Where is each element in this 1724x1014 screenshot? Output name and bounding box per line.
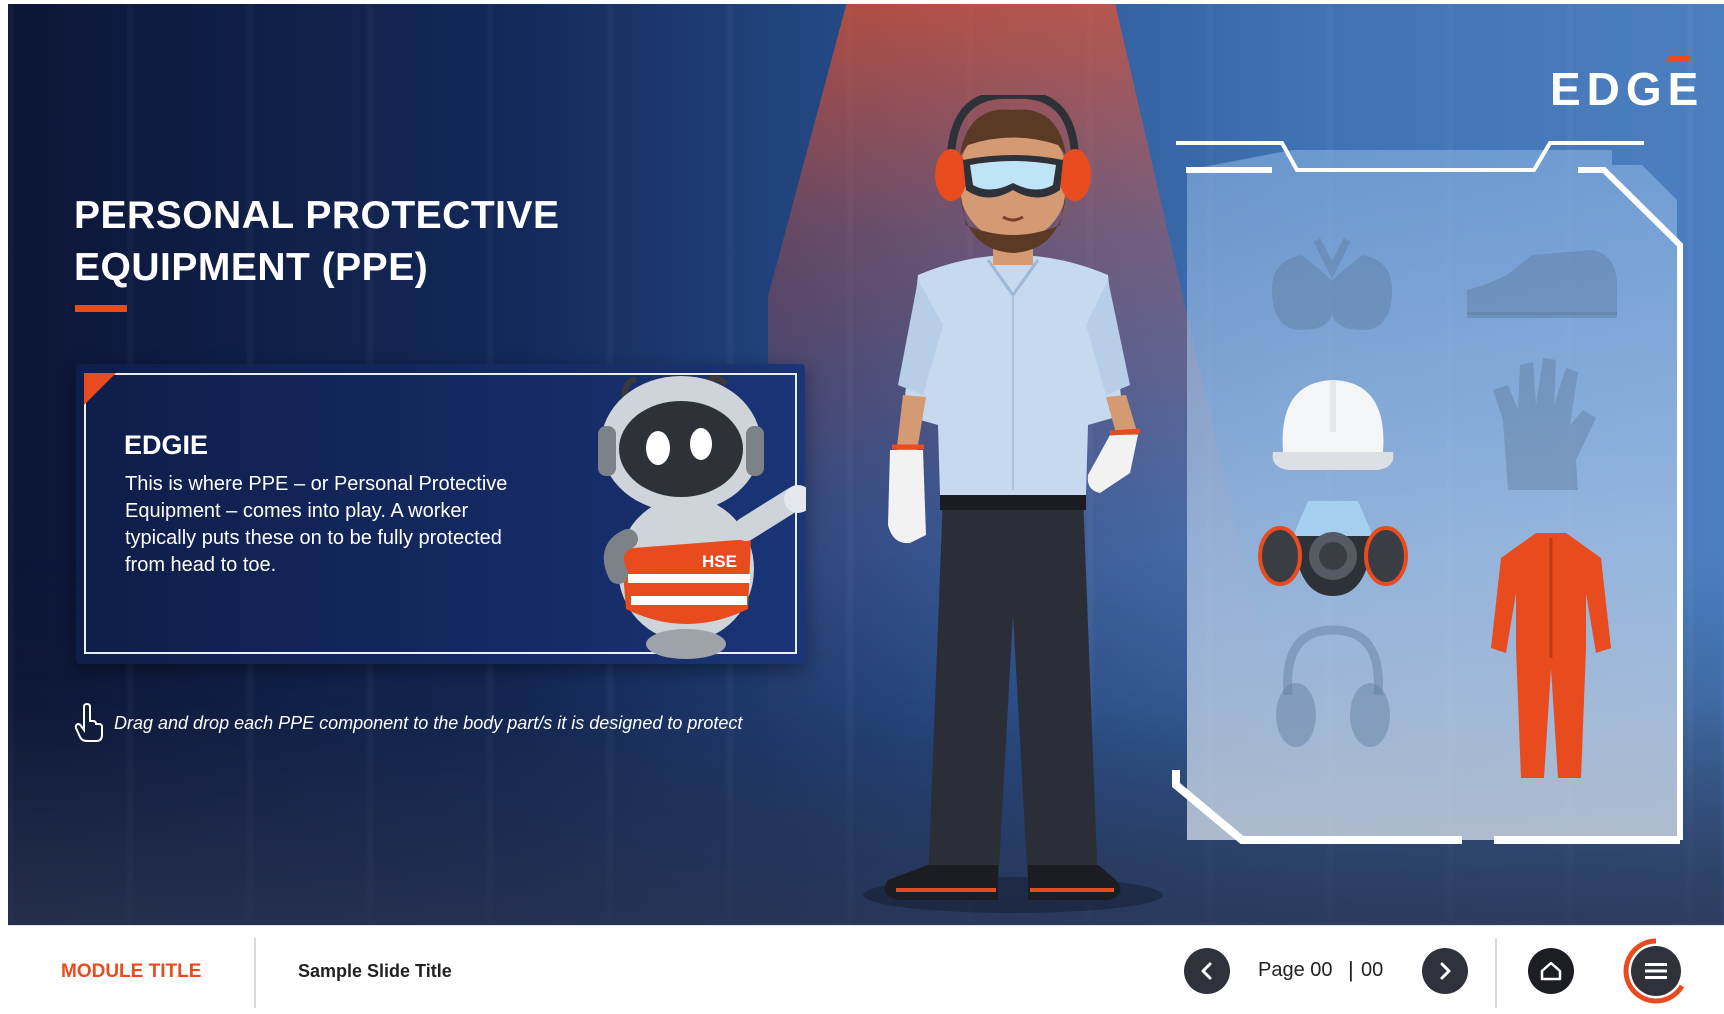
home-button[interactable] xyxy=(1528,948,1574,994)
logo-accent xyxy=(1666,55,1692,61)
drag-drop-instruction: Drag and drop each PPE component to the … xyxy=(74,703,742,743)
edgie-body-text: This is where PPE – or Personal Protecti… xyxy=(125,473,508,576)
ear-muffs-item[interactable] xyxy=(1268,625,1398,755)
footer-divider xyxy=(254,938,256,1008)
instruction-text: Drag and drop each PPE component to the … xyxy=(114,712,743,733)
page-title-line-1: PERSONAL PROTECTIVE xyxy=(74,194,560,237)
safety-goggles-item[interactable] xyxy=(1262,230,1402,350)
vest-label: HSE xyxy=(702,552,737,571)
page-separator: | xyxy=(1348,957,1354,982)
respirator-mask-item[interactable] xyxy=(1258,496,1408,601)
footer-divider xyxy=(1495,938,1497,1008)
next-page-button[interactable] xyxy=(1422,948,1468,994)
page-total: 00 xyxy=(1361,959,1384,981)
page-title-line-2: EQUIPMENT (PPE) xyxy=(74,246,429,289)
bottom-navigation-bar: MODULE TITLE Sample Slide Title Page 00 … xyxy=(8,925,1724,1014)
edgie-robot-mascot: HSE xyxy=(598,375,806,659)
hard-hat-item[interactable] xyxy=(1268,372,1398,482)
hamburger-menu-icon xyxy=(1645,963,1667,979)
edgie-info-panel: EDGIE This is where PPE – or Personal Pr… xyxy=(76,364,806,664)
module-title: MODULE TITLE xyxy=(61,961,202,982)
slide-stage: EDGE PERSONAL PROTECTIVE EQUIPMENT (PPE)… xyxy=(0,0,1724,1014)
home-icon xyxy=(1540,961,1562,981)
worker-figure-drop-target[interactable] xyxy=(848,95,1178,915)
title-underline xyxy=(75,305,127,312)
coveralls-item[interactable] xyxy=(1486,528,1616,783)
slide-title: Sample Slide Title xyxy=(298,961,452,981)
edgie-panel-corner-accent xyxy=(84,373,116,405)
menu-button[interactable] xyxy=(1631,946,1681,996)
previous-page-button[interactable] xyxy=(1184,948,1230,994)
page-title: PERSONAL PROTECTIVE EQUIPMENT (PPE) xyxy=(74,190,634,294)
gloves-item[interactable] xyxy=(1488,350,1608,500)
hand-pointer-icon xyxy=(74,703,103,742)
edgie-heading: EDGIE xyxy=(124,430,209,460)
chevron-left-icon xyxy=(1201,962,1212,980)
chevron-right-icon xyxy=(1440,962,1451,980)
brand-logo: EDGE xyxy=(1550,63,1705,115)
safety-boots-item[interactable] xyxy=(1462,245,1622,325)
page-number: Page 00 xyxy=(1258,959,1333,981)
menu-button-wrapper xyxy=(1622,937,1690,1005)
